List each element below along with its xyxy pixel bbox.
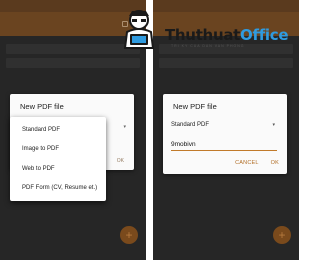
list-item bbox=[6, 58, 140, 68]
chevron-down-icon[interactable]: ▾ bbox=[123, 124, 126, 130]
ok-button[interactable]: OK bbox=[117, 158, 124, 164]
mascot-icon bbox=[123, 10, 155, 49]
dialog-title: New PDF file bbox=[173, 102, 217, 111]
filename-value: 9mobivn bbox=[171, 141, 196, 148]
menu-item-image-to-pdf[interactable]: Image to PDF bbox=[10, 140, 106, 160]
ok-button[interactable]: OK bbox=[271, 160, 279, 166]
watermark-logo: ThuthuatOffice TRI KY CUA DAN VAN PHONG bbox=[113, 6, 293, 50]
chevron-down-icon: ▾ bbox=[272, 122, 275, 128]
add-fab-button[interactable]: + bbox=[273, 226, 291, 244]
new-pdf-dialog: New PDF file Standard PDF ▾ 9mobivn CANC… bbox=[163, 94, 287, 174]
dialog-title: New PDF file bbox=[20, 102, 64, 111]
watermark-tagline: TRI KY CUA DAN VAN PHONG bbox=[171, 44, 245, 48]
watermark-brand: ThuthuatOffice bbox=[165, 26, 289, 44]
pdf-type-selected-value: Standard PDF bbox=[171, 122, 210, 128]
list-item bbox=[159, 58, 293, 68]
menu-item-pdf-form[interactable]: PDF Form (CV, Resume et.) bbox=[10, 179, 106, 199]
pdf-type-select[interactable]: Standard PDF ▾ bbox=[171, 119, 275, 131]
add-fab-button[interactable]: + bbox=[120, 226, 138, 244]
cancel-button[interactable]: CANCEL bbox=[235, 160, 259, 166]
filename-input[interactable]: 9mobivn bbox=[171, 139, 277, 151]
menu-item-web-to-pdf[interactable]: Web to PDF bbox=[10, 159, 106, 179]
dialog-actions: CANCEL OK bbox=[235, 160, 279, 166]
pdf-type-dropdown-menu: Standard PDF Image to PDF Web to PDF PDF… bbox=[10, 117, 106, 201]
menu-item-standard-pdf[interactable]: Standard PDF bbox=[10, 120, 106, 140]
